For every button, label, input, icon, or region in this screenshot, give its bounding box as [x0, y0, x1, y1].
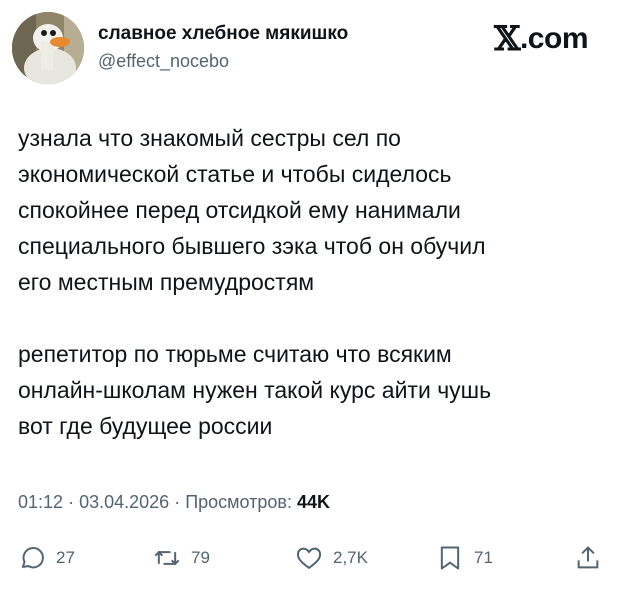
author-names: славное хлебное мякишко @effect_nocebo: [98, 22, 348, 73]
like-button[interactable]: 2,7K: [295, 540, 368, 576]
user-handle[interactable]: @effect_nocebo: [98, 49, 348, 73]
avatar[interactable]: [12, 12, 84, 84]
x-logo: 𝕏 .com: [494, 22, 588, 56]
tweet-header: славное хлебное мякишко @effect_nocebo 𝕏…: [12, 12, 596, 84]
meta-separator: ·: [174, 492, 181, 512]
tweet-card: славное хлебное мякишко @effect_nocebo 𝕏…: [0, 0, 620, 605]
tweet-text: узнала что знакомый сестры сел по эконом…: [18, 120, 608, 444]
action-bar: 27 79 2,7K 71: [18, 540, 608, 580]
bookmark-icon: [440, 546, 460, 570]
meta-separator: ·: [68, 492, 75, 512]
share-button[interactable]: [574, 540, 602, 576]
tweet-meta: 01:12 · 03.04.2026 · Просмотров: 44K: [18, 490, 330, 514]
tweet-time[interactable]: 01:12: [18, 492, 63, 512]
repost-count: 79: [191, 548, 210, 567]
tweet-paragraph-1: узнала что знакомый сестры сел по эконом…: [18, 125, 486, 295]
heart-icon: [296, 547, 322, 569]
repost-button[interactable]: 79: [153, 540, 210, 576]
reply-icon: [21, 547, 44, 569]
tweet-paragraph-2: репетитор по тюрьме считаю что всяким он…: [18, 341, 492, 439]
views-label: Просмотров:: [185, 492, 292, 512]
share-icon: [577, 546, 599, 569]
goose-avatar-icon: [12, 12, 84, 84]
reply-button[interactable]: 27: [18, 540, 75, 576]
brand-suffix: .com: [519, 22, 589, 55]
bookmark-count: 71: [474, 548, 493, 567]
display-name[interactable]: славное хлебное мякишко: [98, 22, 348, 46]
x-brand-icon: 𝕏: [494, 19, 520, 59]
bookmark-button[interactable]: 71: [436, 540, 493, 576]
reply-count: 27: [56, 548, 75, 567]
views-count: 44K: [297, 492, 331, 512]
repost-icon: [154, 550, 180, 566]
tweet-date[interactable]: 03.04.2026: [79, 492, 169, 512]
like-count: 2,7K: [333, 548, 368, 567]
